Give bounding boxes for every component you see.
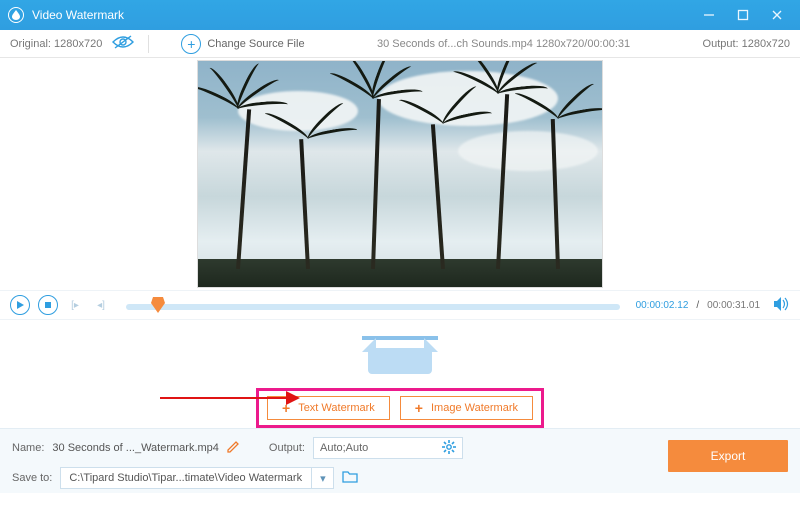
inbox-tray-icon [362,330,438,374]
watermark-drop-area: + Text Watermark + Image Watermark [0,320,800,428]
output-format-value: Auto;Auto [320,442,368,454]
plus-icon: + [415,401,423,415]
app-logo-icon [8,7,24,23]
footer-bar: Name: 30 Seconds of ..._Watermark.mp4 Ou… [0,428,800,493]
file-info-label: 30 Seconds of...ch Sounds.mp4 1280x720/0… [305,38,703,50]
close-button[interactable] [760,0,794,30]
edit-name-icon[interactable] [227,441,239,456]
mark-out-button[interactable]: ◂] [92,298,110,312]
stop-button[interactable] [38,295,58,315]
annotation-arrow-icon [160,390,300,406]
info-toolbar: Original: 1280x720 + Change Source File … [0,30,800,58]
mark-in-button[interactable]: [▸ [66,298,84,312]
volume-icon[interactable] [774,297,790,314]
preview-toggle-icon[interactable] [112,35,134,52]
open-folder-icon[interactable] [342,470,358,486]
total-time-label: 00:00:31.01 [707,300,760,311]
export-label: Export [711,449,746,463]
save-path-value: C:\Tipard Studio\Tipar...timate\Video Wa… [61,472,311,484]
time-sep: / [696,300,699,311]
minimize-button[interactable] [692,0,726,30]
output-resolution-label: Output: 1280x720 [703,38,790,50]
image-watermark-button[interactable]: + Image Watermark [400,396,533,420]
preview-area [0,58,800,290]
current-time-label: 00:00:02.12 [636,300,689,311]
play-button[interactable] [10,295,30,315]
video-preview[interactable] [197,60,603,288]
timeline-slider[interactable] [126,298,620,312]
change-source-label: Change Source File [207,38,304,50]
maximize-button[interactable] [726,0,760,30]
divider [148,35,149,53]
export-button[interactable]: Export [668,440,788,472]
playhead-icon[interactable] [151,297,165,313]
original-resolution-label: Original: 1280x720 [10,38,102,50]
change-source-button[interactable]: + Change Source File [181,34,304,54]
transport-bar: [▸ ◂] 00:00:02.12 / 00:00:31.01 [0,290,800,320]
app-title: Video Watermark [32,8,692,22]
save-path-select[interactable]: C:\Tipard Studio\Tipar...timate\Video Wa… [60,467,334,489]
output-name-value: 30 Seconds of ..._Watermark.mp4 [52,442,219,454]
image-watermark-label: Image Watermark [431,402,518,414]
title-bar: Video Watermark [0,0,800,30]
gear-icon[interactable] [442,440,456,457]
name-label: Name: [12,442,44,454]
output-format-select[interactable]: Auto;Auto [313,437,463,459]
output-label: Output: [269,442,305,454]
save-to-label: Save to: [12,472,52,484]
plus-circle-icon: + [181,34,201,54]
text-watermark-label: Text Watermark [298,402,375,414]
chevron-down-icon[interactable]: ▾ [311,467,333,489]
